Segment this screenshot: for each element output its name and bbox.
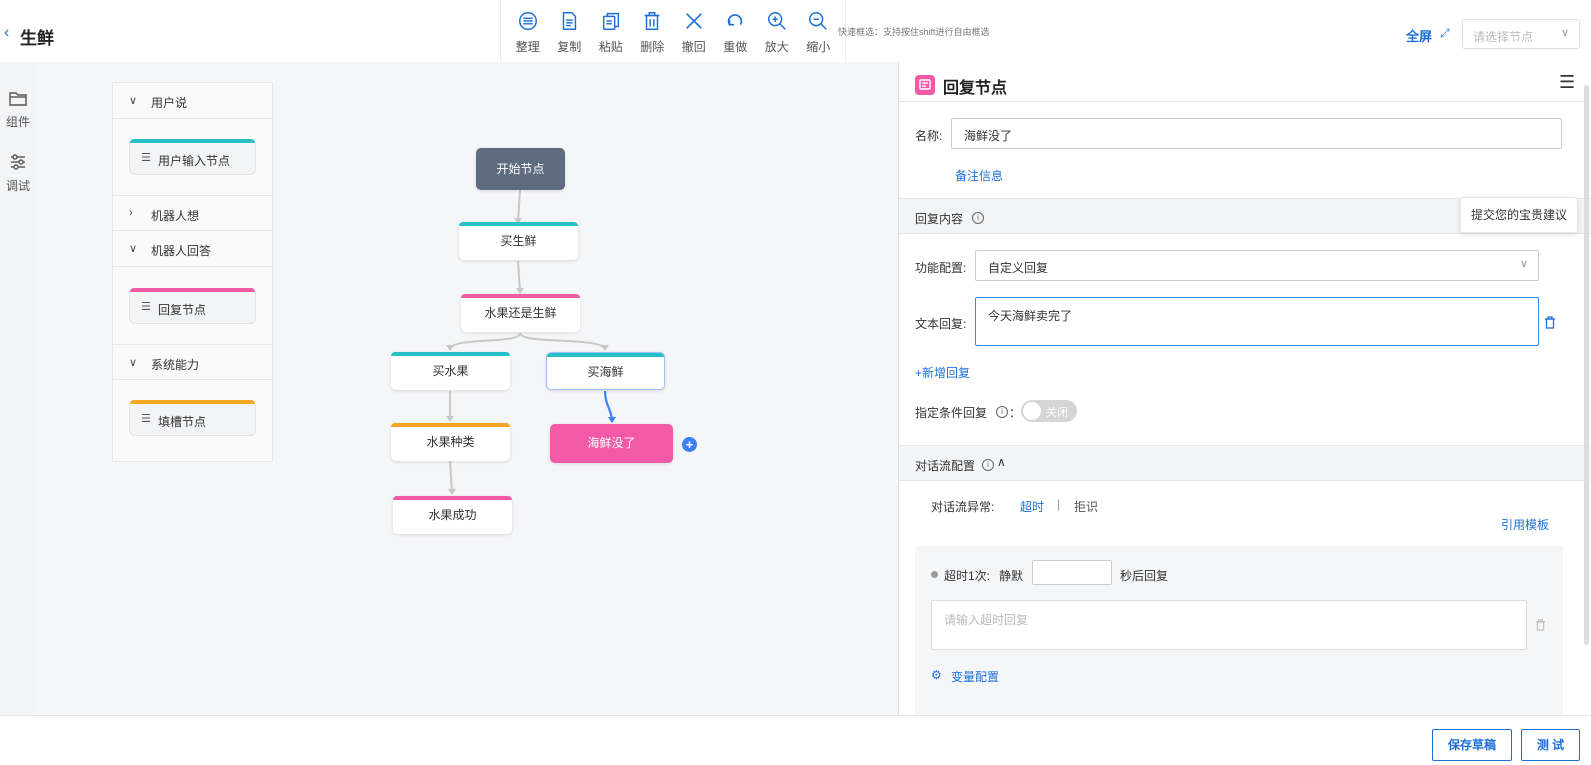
flow-node-fruit-or-fresh[interactable]: 水果还是生鲜	[461, 294, 580, 332]
node-color-bar	[393, 496, 512, 500]
text-reply-value: 今天海鲜卖完了	[988, 309, 1073, 323]
delete-timeout-icon[interactable]	[1535, 619, 1546, 631]
panel-title: 回复节点	[943, 80, 1008, 97]
note-info-link[interactable]: 备注信息	[955, 167, 1003, 184]
save-draft-button[interactable]: 保存草稿	[1432, 729, 1512, 761]
text-reply-label: 文本回复:	[915, 317, 967, 331]
tab-reject[interactable]: 拒识	[1074, 498, 1098, 515]
flow-config-section-header[interactable]: 对话流配置 i ∧	[899, 445, 1591, 481]
flow-node-label: 买生鲜	[500, 234, 537, 248]
flow-config-label: 对话流配置	[915, 459, 976, 473]
flow-node-label: 水果还是生鲜	[484, 306, 557, 320]
node-select-placeholder: 请选择节点	[1473, 30, 1534, 44]
chevron-down-icon: ∨	[1560, 27, 1569, 39]
node-color-bar	[459, 222, 578, 226]
reply-node-icon	[915, 75, 935, 95]
timeout-config-box: 超时1次: 静默 秒后回复 请输入超时回复 ⚙ 变量配置	[915, 546, 1563, 715]
text-reply-input[interactable]: 今天海鲜卖完了	[975, 297, 1539, 346]
flow-exception-label: 对话流异常:	[931, 500, 995, 514]
reference-template-link[interactable]: 引用模板	[1501, 516, 1549, 533]
flow-node-fruit-success[interactable]: 水果成功	[393, 496, 512, 534]
silent-seconds-input[interactable]	[1032, 560, 1112, 585]
condition-toggle[interactable]: 关闭	[1021, 400, 1077, 422]
node-config-panel: 回复节点 ☰ 名称: 海鲜没了 备注信息 回复内容 i 功能配置: 自定义回复 …	[898, 62, 1591, 715]
flow-node-label: 水果成功	[428, 508, 477, 522]
delete-reply-icon[interactable]	[1544, 316, 1556, 329]
info-icon[interactable]: i	[979, 457, 994, 471]
chevron-up-icon[interactable]: ∧	[997, 455, 1006, 469]
flow-node-label: 买水果	[432, 364, 469, 378]
bullet-dot	[931, 571, 938, 578]
tab-timeout[interactable]: 超时	[1020, 498, 1044, 515]
flow-node-fruit-kind[interactable]: 水果种类	[391, 423, 510, 461]
gear-icon[interactable]: ⚙	[931, 668, 942, 682]
func-config-label: 功能配置:	[915, 261, 967, 275]
flow-node-label: 海鲜没了	[587, 436, 636, 450]
variable-config-link[interactable]: 变量配置	[951, 668, 999, 685]
tab-separator: |	[1057, 497, 1061, 511]
func-config-select[interactable]: 自定义回复 ∨	[975, 250, 1539, 281]
condition-colon: ：	[1009, 406, 1022, 420]
name-input-value: 海鲜没了	[964, 129, 1013, 143]
toggle-label: 关闭	[1046, 407, 1068, 419]
fullscreen-button[interactable]: 全屏	[1406, 26, 1432, 45]
flow-node-label: 水果种类	[426, 435, 475, 449]
name-label: 名称:	[915, 129, 943, 143]
node-color-bar	[391, 423, 510, 427]
seconds-reply-label: 秒后回复	[1120, 569, 1169, 583]
condition-reply-label: 指定条件回复	[915, 406, 988, 420]
panel-scrollbar[interactable]	[1584, 85, 1589, 645]
collapse-panel-icon[interactable]: ☰	[1559, 72, 1575, 93]
add-reply-link[interactable]: +新增回复	[915, 364, 970, 381]
flow-node-seafood-gone[interactable]: 海鲜没了	[550, 424, 673, 463]
timeout-reply-placeholder: 请输入超时回复	[944, 613, 1029, 627]
node-color-bar	[461, 294, 580, 298]
flow-node-buy-fruit[interactable]: 买水果	[391, 352, 510, 390]
timeout-reply-input[interactable]: 请输入超时回复	[931, 600, 1527, 650]
flow-node-label: 买海鲜	[587, 365, 624, 379]
flow-node-label: 开始节点	[496, 162, 545, 176]
flow-node-buy-seafood[interactable]: 买海鲜	[546, 352, 665, 390]
test-button[interactable]: 测 试	[1521, 729, 1580, 761]
info-icon[interactable]: i	[993, 404, 1008, 418]
chevron-down-icon: ∨	[1519, 258, 1528, 270]
node-select[interactable]: 请选择节点 ∨	[1462, 19, 1580, 49]
toggle-knob	[1023, 402, 1041, 420]
feedback-tooltip[interactable]: 提交您的宝贵建议	[1460, 197, 1578, 233]
add-node-icon[interactable]: +	[682, 437, 697, 452]
node-color-bar	[391, 352, 510, 356]
timeout-prefix: 超时1次:	[944, 569, 991, 583]
flow-node-start[interactable]: 开始节点	[476, 148, 565, 190]
reply-content-label: 回复内容	[915, 212, 964, 226]
silent-label: 静默	[999, 569, 1024, 583]
info-icon[interactable]: i	[969, 210, 984, 224]
node-color-bar	[547, 353, 664, 357]
func-config-value: 自定义回复	[988, 261, 1049, 275]
expand-icon[interactable]: ⤢	[1440, 26, 1450, 41]
flow-node-buy-fresh[interactable]: 买生鲜	[459, 222, 578, 260]
divider	[899, 101, 1591, 102]
footer-bar: 保存草稿 测 试	[0, 715, 1591, 765]
name-input[interactable]: 海鲜没了	[951, 118, 1562, 149]
